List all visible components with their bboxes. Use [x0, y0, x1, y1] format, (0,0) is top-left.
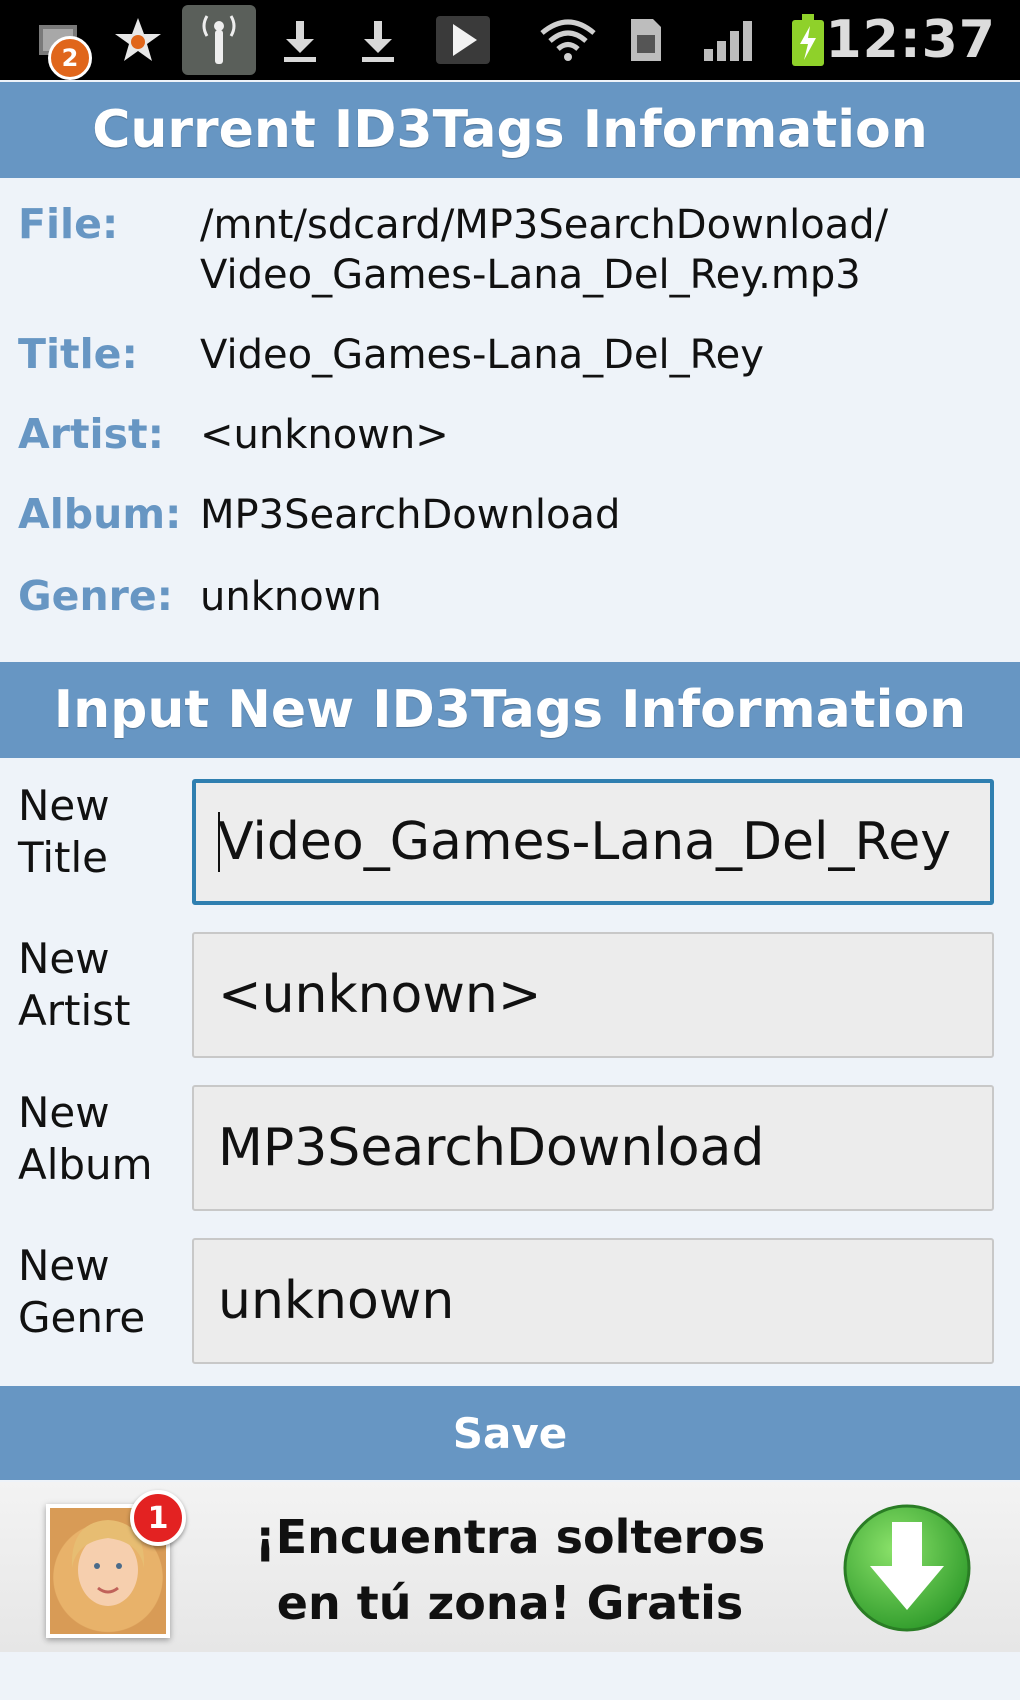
- signal-icon: [700, 0, 760, 80]
- new-artist-label: New Artist: [18, 933, 188, 1037]
- current-info-header: Current ID3Tags Information: [0, 82, 1020, 178]
- new-title-label-line2: Title: [18, 833, 109, 882]
- new-album-label: New Album: [18, 1087, 188, 1191]
- download-icon: [350, 0, 406, 80]
- new-artist-input[interactable]: <unknown>: [192, 932, 994, 1058]
- ad-text-line1: ¡Encuentra solteros: [254, 1510, 766, 1564]
- star-icon: [106, 0, 170, 80]
- ad-banner[interactable]: 1 ¡Encuentra solteros en tú zona! Gratis: [0, 1482, 1020, 1652]
- sd-card-icon: [622, 0, 670, 80]
- new-artist-input-value: <unknown>: [218, 965, 542, 1025]
- new-title-input-value: Video_Games-Lana_Del_Rey: [218, 812, 952, 872]
- file-name-line: Video_Games-Lana_Del_Rey.mp3: [200, 252, 861, 298]
- new-genre-label: New Genre: [18, 1240, 188, 1344]
- artist-value: <unknown>: [200, 412, 449, 458]
- download-icon: [272, 0, 328, 80]
- download-arrow-icon[interactable]: [840, 1498, 974, 1638]
- title-label: Title:: [18, 330, 138, 378]
- wireless-tether-icon: [182, 0, 256, 80]
- new-artist-label-line2: Artist: [18, 986, 131, 1035]
- ad-text-line2: en tú zona! Gratis: [276, 1576, 744, 1630]
- clock: 12:37: [825, 10, 996, 70]
- new-genre-input[interactable]: unknown: [192, 1238, 994, 1364]
- play-store-icon: [428, 0, 498, 80]
- genre-label: Genre:: [18, 572, 174, 620]
- new-album-label-line1: New: [18, 1088, 110, 1137]
- new-genre-input-value: unknown: [218, 1271, 455, 1331]
- ad-text: ¡Encuentra solteros en tú zona! Gratis: [230, 1504, 790, 1636]
- artist-label: Artist:: [18, 410, 165, 458]
- status-bar: 2 12:37: [0, 0, 1020, 80]
- notification-count-badge: 2: [48, 36, 92, 80]
- new-album-input[interactable]: MP3SearchDownload: [192, 1085, 994, 1211]
- save-button[interactable]: Save: [0, 1386, 1020, 1480]
- new-artist-label-line1: New: [18, 934, 110, 983]
- wifi-icon: [536, 0, 600, 80]
- album-label: Album:: [18, 490, 182, 538]
- new-genre-label-line2: Genre: [18, 1293, 146, 1342]
- new-title-label-line1: New: [18, 781, 110, 830]
- input-info-header: Input New ID3Tags Information: [0, 662, 1020, 758]
- battery-charging-icon: [786, 0, 830, 80]
- new-album-input-value: MP3SearchDownload: [218, 1118, 765, 1178]
- new-genre-label-line1: New: [18, 1241, 110, 1290]
- file-label: File:: [18, 200, 119, 248]
- new-title-label: New Title: [18, 780, 188, 884]
- new-album-label-line2: Album: [18, 1140, 153, 1189]
- album-value: MP3SearchDownload: [200, 492, 621, 538]
- title-value: Video_Games-Lana_Del_Rey: [200, 332, 764, 378]
- ad-notification-badge: 1: [130, 1490, 186, 1546]
- file-path-line: /mnt/sdcard/MP3SearchDownload/: [200, 202, 889, 248]
- genre-value: unknown: [200, 574, 382, 620]
- file-value: /mnt/sdcard/MP3SearchDownload/ Video_Gam…: [200, 200, 1000, 300]
- new-title-input[interactable]: Video_Games-Lana_Del_Rey: [192, 779, 994, 905]
